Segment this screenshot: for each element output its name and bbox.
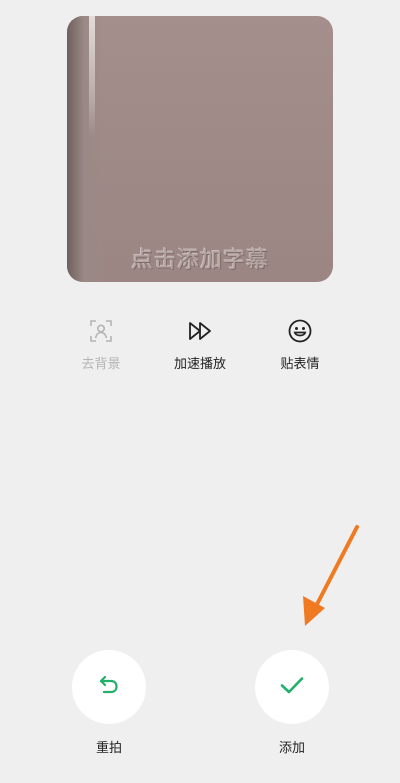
annotation-arrow-icon: [303, 525, 359, 626]
video-editor-screen: 点击添加字幕 去背景 加速播放 贴表情 重拍 添加: [0, 0, 400, 783]
